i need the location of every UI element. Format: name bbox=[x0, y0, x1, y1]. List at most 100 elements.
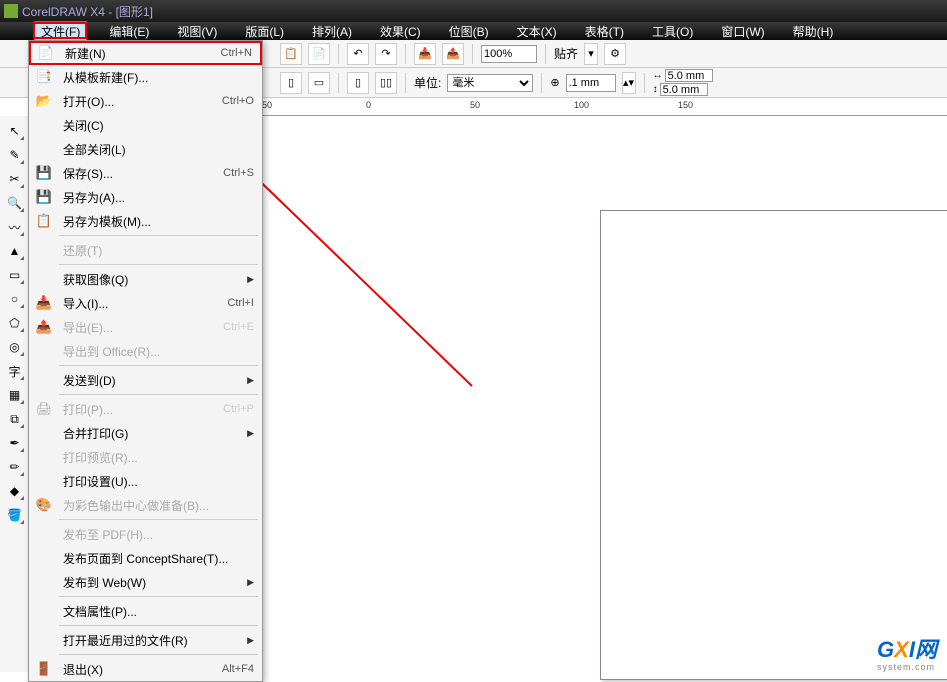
menu-item-label: 打开最近用过的文件(R) bbox=[59, 632, 247, 649]
menu-6[interactable]: 位图(B) bbox=[443, 22, 495, 41]
pick-tool[interactable]: ↖ bbox=[4, 120, 26, 142]
menu-item-icon: 📥 bbox=[29, 295, 59, 311]
menu-item-label: 全部关闭(L) bbox=[59, 141, 254, 158]
landscape-button[interactable]: ▭ bbox=[308, 72, 330, 94]
zoom-input[interactable] bbox=[481, 45, 537, 63]
file-menu-item-8: 还原(T) bbox=[29, 238, 262, 262]
import-button[interactable]: 📥 bbox=[414, 43, 436, 65]
basic-shapes-tool[interactable]: ◎ bbox=[4, 336, 26, 358]
freehand-tool[interactable]: 〰 bbox=[4, 216, 26, 238]
file-menu-item-6[interactable]: 💾另存为(A)... bbox=[29, 185, 262, 209]
menu-4[interactable]: 排列(A) bbox=[306, 22, 358, 41]
menu-item-shortcut: Ctrl+E bbox=[223, 321, 254, 333]
file-menu-item-5[interactable]: 💾保存(S)...Ctrl+S bbox=[29, 161, 262, 185]
menu-8[interactable]: 表格(T) bbox=[579, 22, 630, 41]
menu-7[interactable]: 文本(X) bbox=[511, 22, 563, 41]
file-menu-item-1[interactable]: 📑从模板新建(F)... bbox=[29, 65, 262, 89]
menu-item-label: 从模板新建(F)... bbox=[59, 69, 254, 86]
menu-0[interactable]: 文件(F) bbox=[34, 21, 87, 42]
menu-item-shortcut: Ctrl+O bbox=[222, 95, 254, 107]
menu-2[interactable]: 视图(V) bbox=[171, 22, 223, 41]
submenu-arrow-icon: ▶ bbox=[247, 635, 254, 646]
menu-item-label: 打印(P)... bbox=[59, 401, 223, 418]
page-layout-1[interactable]: ▯ bbox=[347, 72, 369, 94]
portrait-button[interactable]: ▯ bbox=[280, 72, 302, 94]
interactive-blend-tool[interactable]: ⧉ bbox=[4, 408, 26, 430]
submenu-arrow-icon: ▶ bbox=[247, 577, 254, 588]
menu-item-shortcut: Ctrl+S bbox=[223, 167, 254, 179]
paste-button[interactable]: 📄 bbox=[308, 43, 330, 65]
file-menu-item-24[interactable]: 🚪退出(X)Alt+F4 bbox=[29, 657, 262, 681]
file-menu-item-22[interactable]: 文档属性(P)... bbox=[29, 599, 262, 623]
menu-5[interactable]: 效果(C) bbox=[374, 22, 427, 41]
menu-1[interactable]: 编辑(E) bbox=[103, 22, 155, 41]
file-menu-item-3[interactable]: 关闭(C) bbox=[29, 113, 262, 137]
ellipse-tool[interactable]: ○ bbox=[4, 288, 26, 310]
file-menu-item-2[interactable]: 📂打开(O)...Ctrl+O bbox=[29, 89, 262, 113]
menu-item-shortcut: Ctrl+I bbox=[227, 297, 254, 309]
nudge-input[interactable] bbox=[566, 74, 616, 92]
dupx-input[interactable] bbox=[665, 69, 713, 82]
file-menu-item-20[interactable]: 发布页面到 ConceptShare(T)... bbox=[29, 546, 262, 570]
page-layout-2[interactable]: ▯▯ bbox=[375, 72, 397, 94]
undo-button[interactable]: ↶ bbox=[347, 43, 369, 65]
file-menu-item-23[interactable]: 打开最近用过的文件(R)▶ bbox=[29, 628, 262, 652]
menu-item-shortcut: Ctrl+N bbox=[221, 47, 252, 59]
menu-item-shortcut: Alt+F4 bbox=[222, 663, 254, 675]
menu-item-icon: 💾 bbox=[29, 165, 59, 181]
file-menu-item-4[interactable]: 全部关闭(L) bbox=[29, 137, 262, 161]
menu-item-label: 为彩色输出中心做准备(B)... bbox=[59, 497, 254, 514]
menu-9[interactable]: 工具(O) bbox=[646, 22, 699, 41]
menu-item-label: 退出(X) bbox=[59, 661, 222, 678]
copy-button[interactable]: 📋 bbox=[280, 43, 302, 65]
file-menu-item-7[interactable]: 📋另存为模板(M)... bbox=[29, 209, 262, 233]
fill-tool[interactable]: ◆ bbox=[4, 480, 26, 502]
file-menu-item-15[interactable]: 合并打印(G)▶ bbox=[29, 421, 262, 445]
menu-item-icon: 📑 bbox=[29, 69, 59, 85]
file-menu-item-0[interactable]: 📄新建(N)Ctrl+N bbox=[29, 41, 262, 65]
menu-item-label: 文档属性(P)... bbox=[59, 603, 254, 620]
menu-item-icon: 📂 bbox=[29, 93, 59, 109]
file-menu-item-9[interactable]: 获取图像(Q)▶ bbox=[29, 267, 262, 291]
text-tool[interactable]: 字 bbox=[4, 360, 26, 382]
menu-item-icon: 📤 bbox=[29, 319, 59, 335]
nudge-spinner[interactable]: ▴▾ bbox=[622, 72, 636, 94]
table-tool[interactable]: ▦ bbox=[4, 384, 26, 406]
options-button[interactable]: ⚙ bbox=[604, 43, 626, 65]
shape-tool[interactable]: ✎ bbox=[4, 144, 26, 166]
redo-button[interactable]: ↷ bbox=[375, 43, 397, 65]
file-menu-item-13[interactable]: 发送到(D)▶ bbox=[29, 368, 262, 392]
menu-10[interactable]: 窗口(W) bbox=[715, 22, 770, 41]
eyedropper-tool[interactable]: ✒ bbox=[4, 432, 26, 454]
watermark: GXI网 bbox=[877, 632, 937, 664]
rectangle-tool[interactable]: ▭ bbox=[4, 264, 26, 286]
crop-tool[interactable]: ✂ bbox=[4, 168, 26, 190]
menu-3[interactable]: 版面(L) bbox=[239, 22, 290, 41]
interactive-fill-tool[interactable]: 🪣 bbox=[4, 504, 26, 526]
menubar: 文件(F) 编辑(E) 视图(V) 版面(L) 排列(A) 效果(C) 位图(B) 文本(X)… bbox=[0, 22, 947, 40]
file-menu-item-21[interactable]: 发布到 Web(W)▶ bbox=[29, 570, 262, 594]
menu-item-label: 另存为(A)... bbox=[59, 189, 254, 206]
menu-item-label: 导出(E)... bbox=[59, 319, 223, 336]
menu-item-label: 发布到 Web(W) bbox=[59, 574, 247, 591]
ruler-tick: 150 bbox=[678, 100, 693, 110]
nudge-icon: ⊕ bbox=[550, 76, 559, 89]
menu-item-label: 另存为模板(M)... bbox=[59, 213, 254, 230]
unit-select[interactable]: 毫米 bbox=[447, 74, 533, 92]
menu-item-label: 发送到(D) bbox=[59, 372, 247, 389]
app-icon bbox=[4, 4, 18, 18]
dupy-input[interactable] bbox=[660, 83, 708, 96]
zoom-tool[interactable]: 🔍 bbox=[4, 192, 26, 214]
file-menu-item-10[interactable]: 📥导入(I)...Ctrl+I bbox=[29, 291, 262, 315]
menu-11[interactable]: 帮助(H) bbox=[787, 22, 840, 41]
smart-fill-tool[interactable]: ▲ bbox=[4, 240, 26, 262]
polygon-tool[interactable]: ⬠ bbox=[4, 312, 26, 334]
menu-item-label: 打印预览(R)... bbox=[59, 449, 254, 466]
page-rectangle bbox=[600, 210, 947, 680]
menu-item-label: 关闭(C) bbox=[59, 117, 254, 134]
menu-item-label: 获取图像(Q) bbox=[59, 271, 247, 288]
outline-tool[interactable]: ✏ bbox=[4, 456, 26, 478]
snap-dropdown[interactable]: ▾ bbox=[584, 43, 598, 65]
file-menu-item-17[interactable]: 打印设置(U)... bbox=[29, 469, 262, 493]
export-button[interactable]: 📤 bbox=[442, 43, 464, 65]
